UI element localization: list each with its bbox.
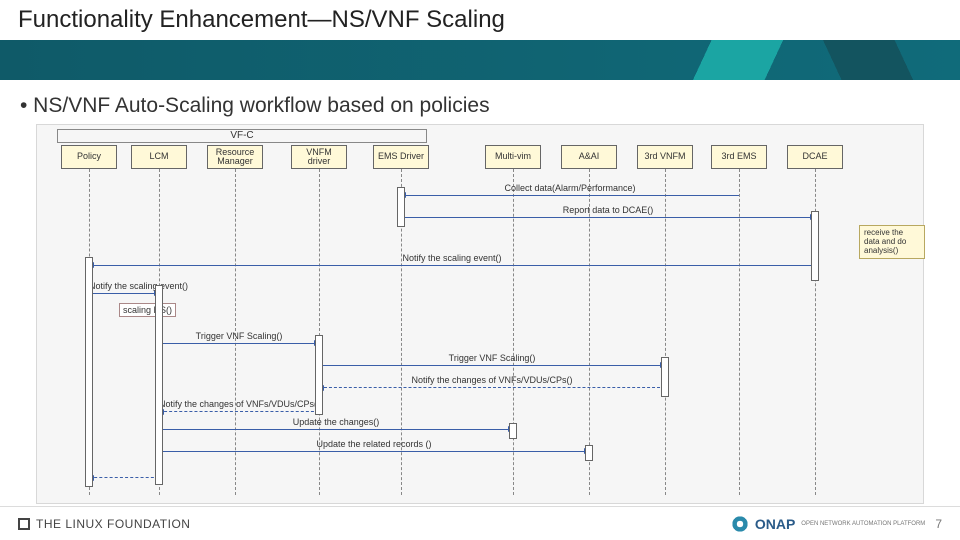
onap-logo: ONAP OPEN NETWORK AUTOMATION PLATFORM	[731, 515, 925, 533]
activation-emsdrv	[397, 187, 405, 227]
activation-vnfmdrv	[315, 335, 323, 415]
onap-icon	[731, 515, 749, 533]
participant-3rdvnfm: 3rd VNFM	[637, 145, 693, 169]
participant-emsdrv: EMS Driver	[373, 145, 429, 169]
message-label: Notify the scaling event()	[89, 281, 159, 291]
message-arrow	[159, 343, 319, 344]
message-arrow	[89, 293, 159, 294]
participant-lcm: LCM	[131, 145, 187, 169]
activation-3rdvnfm	[661, 357, 669, 397]
message-arrow	[89, 477, 159, 478]
participant-dcae: DCAE	[787, 145, 843, 169]
decor-bar	[0, 40, 960, 80]
participant-policy: Policy	[61, 145, 117, 169]
message-arrow	[319, 365, 665, 366]
message-label: Notify the changes of VNFs/VDUs/CPs()	[319, 375, 665, 385]
participant-resmgr: Resource Manager	[207, 145, 263, 169]
self-msg: scaling NS()	[119, 303, 176, 317]
message-arrow	[319, 387, 665, 388]
title-bar: Functionality Enhancement—NS/VNF Scaling	[0, 0, 960, 40]
sequence-diagram: VF-C receive the data and do analysis() …	[36, 124, 924, 504]
message-arrow	[401, 195, 739, 196]
message-label: Notify the scaling event()	[89, 253, 815, 263]
linux-foundation-logo: THE LINUX FOUNDATION	[18, 517, 190, 531]
message-arrow	[159, 429, 513, 430]
message-label: Trigger VNF Scaling()	[159, 331, 319, 341]
page-title: Functionality Enhancement—NS/VNF Scaling	[18, 6, 505, 34]
activation-dcae	[811, 211, 819, 281]
message-label: Notify the changes of VNFs/VDUs/CPs()	[159, 399, 319, 409]
message-arrow	[401, 217, 815, 218]
lf-icon	[18, 518, 30, 530]
message-label: Report data to DCAE()	[401, 205, 815, 215]
subtitle: • NS/VNF Auto-Scaling workflow based on …	[0, 80, 960, 124]
activation-policy	[85, 257, 93, 487]
participant-aai: A&AI	[561, 145, 617, 169]
page-number: 7	[935, 517, 942, 531]
participant-multivim: Multi-vim	[485, 145, 541, 169]
activation-multivim	[509, 423, 517, 439]
participant-vnfmdrv: VNFM driver	[291, 145, 347, 169]
message-arrow	[89, 265, 815, 266]
message-arrow	[159, 411, 319, 412]
frame-label: VF-C	[57, 129, 427, 143]
activation-aai	[585, 445, 593, 461]
message-label: Collect data(Alarm/Performance)	[401, 183, 739, 193]
participant-3rdems: 3rd EMS	[711, 145, 767, 169]
analysis-note: receive the data and do analysis()	[859, 225, 925, 259]
message-label: Update the related records ()	[159, 439, 589, 449]
activation-lcm	[155, 285, 163, 485]
message-arrow	[159, 451, 589, 452]
message-label: Trigger VNF Scaling()	[319, 353, 665, 363]
footer: THE LINUX FOUNDATION ONAP OPEN NETWORK A…	[0, 506, 960, 540]
message-label: Update the changes()	[159, 417, 513, 427]
